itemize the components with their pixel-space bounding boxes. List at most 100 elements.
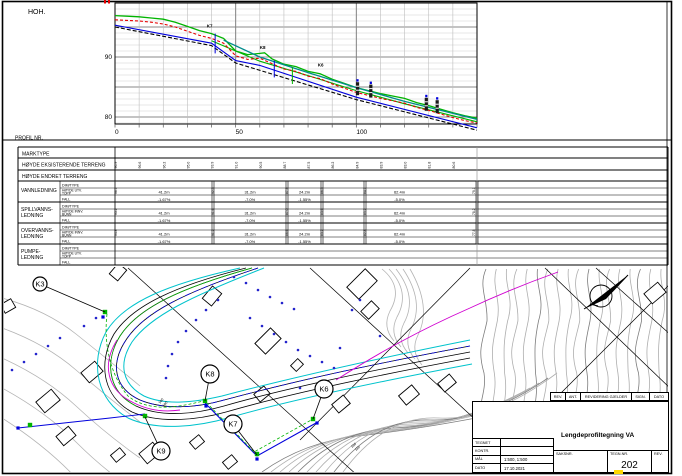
pipe-elevation-value: 94.8 xyxy=(114,229,118,236)
segment-fall: -1.67% xyxy=(158,218,171,223)
mal-label: MÅL xyxy=(473,456,501,463)
table-row-hoyde-eksisterende: HØYDE EKSISTERENDE TERRENG xyxy=(22,163,106,169)
series-terreng-endret xyxy=(224,40,477,119)
pipe-elevation-value: 87.0 xyxy=(285,208,289,215)
dato-label: DATO xyxy=(473,464,501,472)
pipe-elevation-value: 91.2 xyxy=(211,229,215,236)
pipe-elevation-value: 79.1 xyxy=(472,187,476,194)
table-row-marktype: MARKTYPE xyxy=(22,152,50,158)
building xyxy=(223,455,238,470)
building xyxy=(291,359,304,372)
subrow-fall: FALL xyxy=(62,240,70,244)
y-axis-tick: 80 xyxy=(105,114,113,121)
kum-label-K8: K8 xyxy=(205,370,214,379)
drawing-page: HOH. PROFIL NR. K7K8K60501009080 96.996.… xyxy=(0,0,682,476)
building xyxy=(109,263,126,281)
pipe-elevation-value: 85.6 xyxy=(320,208,324,215)
building xyxy=(347,269,377,299)
segment-length: 24.2m xyxy=(299,211,311,216)
table-group-vannledning: VANNLEDNING xyxy=(21,188,57,194)
table-row-hoyde-endret: HØYDE ENDRET TERRENG xyxy=(22,174,87,180)
title-block-number-strip: SAKSNR. TEGN.NR. 202 REV. xyxy=(554,450,668,472)
segment-fall: -5.0% xyxy=(394,239,405,244)
title-block-main: TEGNET KONTR. MÅL 1:500, 1:500 DATO 17.1… xyxy=(472,401,669,473)
red-top-tick xyxy=(104,0,106,4)
segment-length: 24.2m xyxy=(299,232,311,237)
segment-fall: -1.55% xyxy=(298,239,311,244)
terrain-elevation-tick: 83.0 xyxy=(404,162,408,169)
revision-header-row: REV. ANT. REVIDERING GJELDER SIGN. DATO xyxy=(550,392,669,401)
title-block-info-table: TEGNET KONTR. MÅL 1:500, 1:500 DATO 17.1… xyxy=(473,438,554,472)
segment-length: 31.2m xyxy=(244,190,256,195)
segment-fall: -7.0% xyxy=(245,197,256,202)
red-top-tick xyxy=(108,0,110,4)
pipe-elevation-value: 92.5 xyxy=(211,187,215,194)
x-axis-tick: 50 xyxy=(236,129,244,136)
x-axis-tick: 100 xyxy=(356,129,367,136)
rev-header-sign: SIGN. xyxy=(632,393,650,400)
segment-length: 31.2m xyxy=(244,211,256,216)
table-group-pumpe-2: LEDNING xyxy=(21,255,43,261)
profile-chart: HOH. PROFIL NR. K7K8K60501009080 xyxy=(15,0,477,142)
pipe-elevation-value: 96.1 xyxy=(114,187,118,194)
subrow-hoyde-2: TOPP xyxy=(62,255,72,259)
pipe-elevation-value: 87.9 xyxy=(285,187,289,194)
mal-value: 1:500, 1:500 xyxy=(501,456,553,463)
building xyxy=(81,361,103,383)
segment-fall: -1.55% xyxy=(298,197,311,202)
drawing-title: Lengdeprofiltegning VA xyxy=(561,432,634,439)
pipe-elevation-value: 85.2 xyxy=(320,229,324,236)
building xyxy=(399,385,420,405)
pipe-elevation-value: 83.2 xyxy=(363,208,367,215)
segment-fall: -1.67% xyxy=(158,197,171,202)
hoh-label: HOH. xyxy=(28,9,46,16)
building xyxy=(438,374,457,392)
building xyxy=(361,301,379,319)
subrow-hoyde-2: TOPP xyxy=(62,192,72,196)
terrain-elevation-tick: 96.2 xyxy=(162,162,166,169)
segment-length: 62.4m xyxy=(394,190,406,195)
segment-fall: -5.0% xyxy=(394,197,405,202)
pipe-elevation-value: 86.6 xyxy=(285,229,289,236)
y-axis-tick: 90 xyxy=(105,54,113,61)
terrain-elevation-tick: 93.9 xyxy=(211,162,215,169)
subrow-fall: FALL xyxy=(62,219,70,223)
terrain-elevation-tick: 88.7 xyxy=(283,162,287,169)
saksnr-label: SAKSNR. xyxy=(556,452,573,456)
pipe-elevation-value: 91.6 xyxy=(211,208,215,215)
pipe-elevation-value: 78.2 xyxy=(472,208,476,215)
terrain-elevation-tick: 91.0 xyxy=(235,162,239,169)
subrow-hoyde-2: BUNN xyxy=(62,213,72,217)
tree-point-symbols xyxy=(11,276,382,390)
rev-label: REV. xyxy=(654,452,663,456)
building xyxy=(255,328,281,354)
kum-label-K6: K6 xyxy=(319,385,328,394)
segment-length: 41.2m xyxy=(158,211,170,216)
profil-nr-label: PROFIL NR. xyxy=(15,136,43,142)
chart-kum-label-K7: K7 xyxy=(207,24,213,29)
pipe-elevation-value: 77.8 xyxy=(472,229,476,236)
subrow-dim-type: DIM/TYPE xyxy=(62,247,80,251)
terrain-elevation-tick: 83.9 xyxy=(379,162,383,169)
kum-label-K9: K9 xyxy=(156,447,165,456)
dato-value: 17.10.2021 xyxy=(501,464,553,472)
terrain-elevation-tick: 81.8 xyxy=(428,162,432,169)
tegnet-value xyxy=(501,439,553,446)
x-axis-tick: 0 xyxy=(115,129,119,136)
segment-fall: -1.55% xyxy=(298,218,311,223)
building xyxy=(56,426,76,445)
segment-fall: -1.67% xyxy=(158,239,171,244)
segment-length: 62.4m xyxy=(394,232,406,237)
terrain-elevation-tick: 90.5 xyxy=(259,162,263,169)
terrain-elevation-tick: 84.9 xyxy=(355,162,359,169)
rev-header-gjelder: REVIDERING GJELDER xyxy=(581,393,632,400)
segment-fall: -7.0% xyxy=(245,239,256,244)
segment-fall: -5.0% xyxy=(394,218,405,223)
table-group-spillvann-2: LEDNING xyxy=(21,213,43,219)
subrow-fall: FALL xyxy=(62,198,70,202)
building xyxy=(190,435,205,450)
kontr-label: KONTR. xyxy=(473,447,501,454)
subrow-dim-type: DIM/TYPE xyxy=(62,226,80,230)
yellow-cursor-mark xyxy=(614,470,623,474)
terrain-elevation-tick: 80.6 xyxy=(452,162,456,169)
